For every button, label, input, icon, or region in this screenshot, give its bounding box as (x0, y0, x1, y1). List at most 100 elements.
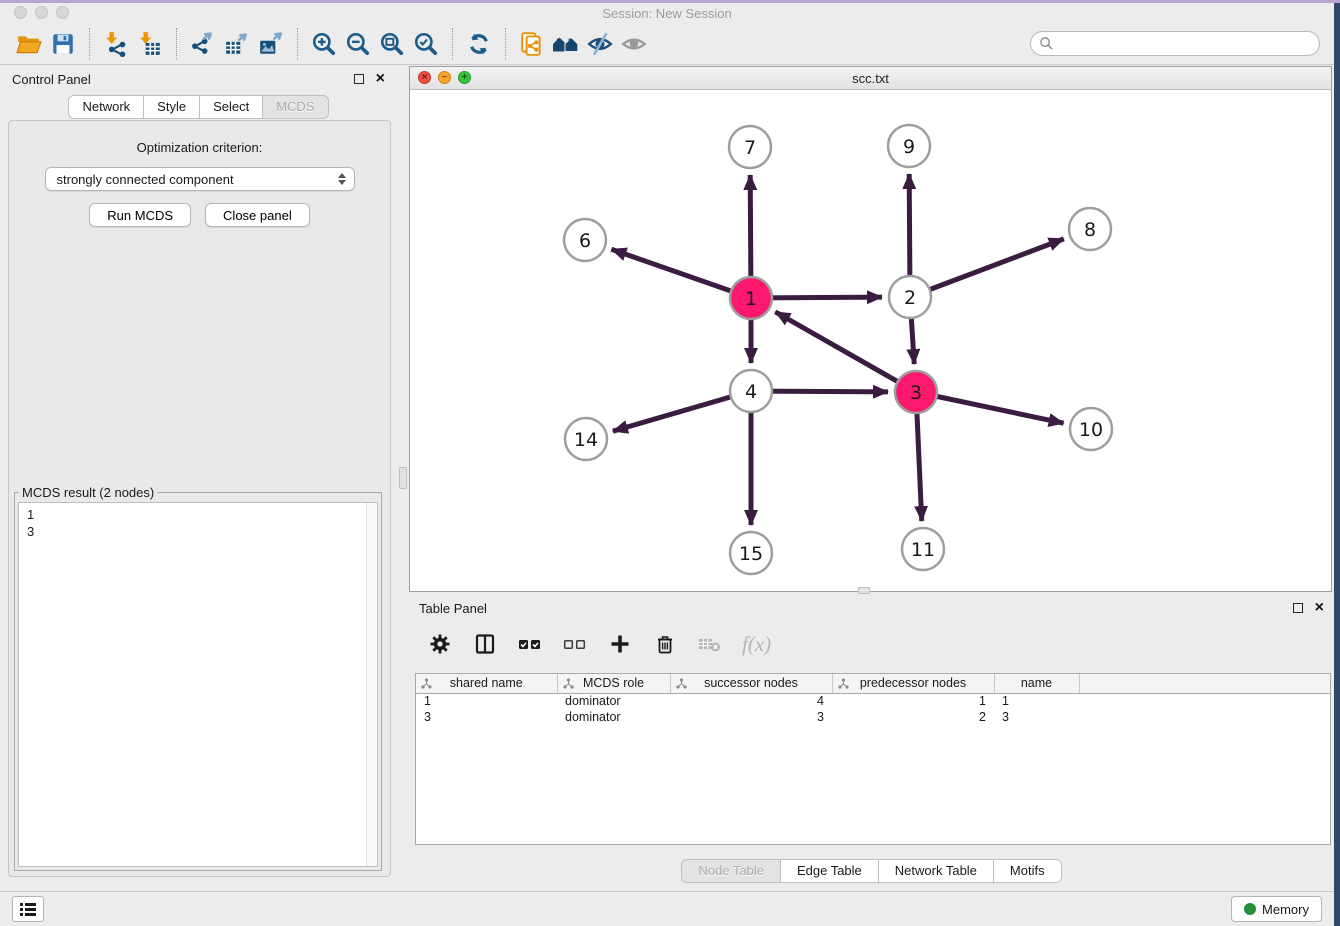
graph-node-4[interactable]: 4 (730, 370, 772, 412)
export-image-icon[interactable] (254, 28, 288, 60)
deselect-all-checkboxes-icon[interactable] (560, 629, 590, 659)
table-panel: Table Panel × f(x) (409, 595, 1334, 891)
tab-node-table[interactable]: Node Table (681, 859, 781, 883)
add-column-plus-icon[interactable] (605, 629, 635, 659)
delete-column-trash-icon[interactable] (650, 629, 680, 659)
graph-node-2[interactable]: 2 (889, 276, 931, 318)
hide-eye-icon[interactable] (583, 28, 617, 60)
network-close-icon[interactable]: × (418, 71, 431, 84)
open-folder-icon[interactable] (12, 28, 46, 60)
splitter-handle[interactable] (399, 467, 407, 489)
graph-node-3[interactable]: 3 (895, 371, 937, 413)
network-maximize-icon[interactable]: + (458, 71, 471, 84)
horizontal-splitter-handle[interactable] (858, 587, 870, 594)
function-builder-icon: f(x) (742, 632, 771, 657)
tab-network-table[interactable]: Network Table (878, 859, 994, 883)
tab-mcds[interactable]: MCDS (262, 95, 328, 119)
column-header-name[interactable]: name (994, 674, 1079, 693)
column-header-mcds-role[interactable]: MCDS role (557, 674, 670, 693)
graph-node-6[interactable]: 6 (564, 219, 606, 261)
export-table-icon[interactable] (220, 28, 254, 60)
network-canvas[interactable]: 7 9 6 8 1 2 4 3 14 10 15 11 (410, 90, 1331, 591)
graph-node-label: 1 (745, 288, 757, 310)
close-table-panel-icon[interactable]: × (1315, 603, 1324, 613)
control-panel-tabs: Network Style Select MCDS (0, 95, 397, 119)
cell-shared-name[interactable]: 1 (416, 693, 557, 709)
houses-icon[interactable] (549, 28, 583, 60)
column-header-predecessor-nodes[interactable]: predecessor nodes (832, 674, 994, 693)
table-settings-gear-icon[interactable] (425, 629, 455, 659)
graph-node-1[interactable]: 1 (730, 277, 772, 319)
run-mcds-button[interactable]: Run MCDS (89, 203, 191, 227)
table-header-row: shared name MCDS role successor nodes pr… (416, 674, 1330, 693)
cell-name[interactable]: 3 (994, 709, 1079, 725)
cell-successor-nodes[interactable]: 4 (670, 693, 832, 709)
graph-node-label: 2 (904, 287, 916, 309)
tab-style[interactable]: Style (143, 95, 200, 119)
tab-motifs[interactable]: Motifs (993, 859, 1062, 883)
mcds-result-area[interactable]: 1 3 (18, 502, 378, 867)
zoom-in-icon[interactable] (307, 28, 341, 60)
close-panel-icon[interactable]: × (376, 74, 385, 84)
network-minimize-icon[interactable]: − (438, 71, 451, 84)
app-titlebar: Session: New Session (0, 3, 1334, 23)
graph-node-11[interactable]: 11 (902, 528, 944, 570)
cell-successor-nodes[interactable]: 3 (670, 709, 832, 725)
export-network-icon[interactable] (186, 28, 220, 60)
select-all-checkboxes-icon[interactable] (515, 629, 545, 659)
column-header-shared-name[interactable]: shared name (416, 674, 557, 693)
mcds-panel-body: Optimization criterion: strongly connect… (8, 120, 391, 877)
cell-predecessor-nodes[interactable]: 2 (832, 709, 994, 725)
graph-node-10[interactable]: 10 (1070, 408, 1112, 450)
graph-node-7[interactable]: 7 (729, 126, 771, 168)
task-history-button[interactable] (12, 896, 44, 922)
cell-mcds-role[interactable]: dominator (557, 709, 670, 725)
cell-mcds-role[interactable]: dominator (557, 693, 670, 709)
tab-edge-table[interactable]: Edge Table (780, 859, 879, 883)
clone-network-icon[interactable] (515, 28, 549, 60)
toolbar-separator (89, 28, 90, 60)
save-icon[interactable] (46, 28, 80, 60)
tab-select[interactable]: Select (199, 95, 263, 119)
refresh-layout-icon[interactable] (462, 28, 496, 60)
import-network-icon[interactable] (99, 28, 133, 60)
zoom-out-icon[interactable] (341, 28, 375, 60)
show-columns-icon[interactable] (470, 629, 500, 659)
criterion-select[interactable]: strongly connected component (45, 167, 355, 191)
import-table-icon[interactable] (133, 28, 167, 60)
network-graph[interactable]: 7 9 6 8 1 2 4 3 14 10 15 11 (410, 90, 1331, 591)
graph-node-label: 11 (911, 539, 935, 561)
graph-node-15[interactable]: 15 (730, 532, 772, 574)
mcds-scrollbar[interactable] (366, 503, 377, 866)
memory-button[interactable]: Memory (1231, 896, 1322, 922)
cell-predecessor-nodes[interactable]: 1 (832, 693, 994, 709)
network-window-titlebar[interactable]: × − + scc.txt (410, 67, 1331, 90)
zoom-selected-icon[interactable] (409, 28, 443, 60)
cell-shared-name[interactable]: 3 (416, 709, 557, 725)
graph-node-8[interactable]: 8 (1069, 208, 1111, 250)
criterion-select-value: strongly connected component (57, 172, 338, 187)
float-table-panel-icon[interactable] (1293, 603, 1303, 613)
desktop-background-right (1334, 3, 1340, 926)
graph-edge-3-10[interactable] (916, 392, 1064, 423)
graph-edge-2-8[interactable] (910, 239, 1064, 297)
mcds-result-line: 3 (27, 523, 369, 540)
close-panel-button[interactable]: Close panel (205, 203, 310, 227)
search-input[interactable] (1054, 34, 1319, 54)
float-panel-icon[interactable] (354, 74, 364, 84)
graph-node-9[interactable]: 9 (888, 125, 930, 167)
graph-edge-3-1[interactable] (775, 312, 916, 392)
graph-node-label: 7 (744, 137, 756, 159)
column-header-successor-nodes[interactable]: successor nodes (670, 674, 832, 693)
table-row[interactable]: 1 dominator 4 1 1 (416, 693, 1330, 709)
tab-network[interactable]: Network (68, 95, 144, 119)
toolbar-search[interactable] (1030, 31, 1320, 56)
table-row[interactable]: 3 dominator 3 2 3 (416, 709, 1330, 725)
cell-name[interactable]: 1 (994, 693, 1079, 709)
control-panel-header: Control Panel × (0, 66, 397, 92)
graph-node-14[interactable]: 14 (565, 418, 607, 460)
vertical-splitter[interactable] (397, 66, 409, 890)
node-table: shared name MCDS role successor nodes pr… (415, 673, 1331, 845)
table-panel-title: Table Panel (419, 601, 1293, 616)
zoom-fit-icon[interactable] (375, 28, 409, 60)
